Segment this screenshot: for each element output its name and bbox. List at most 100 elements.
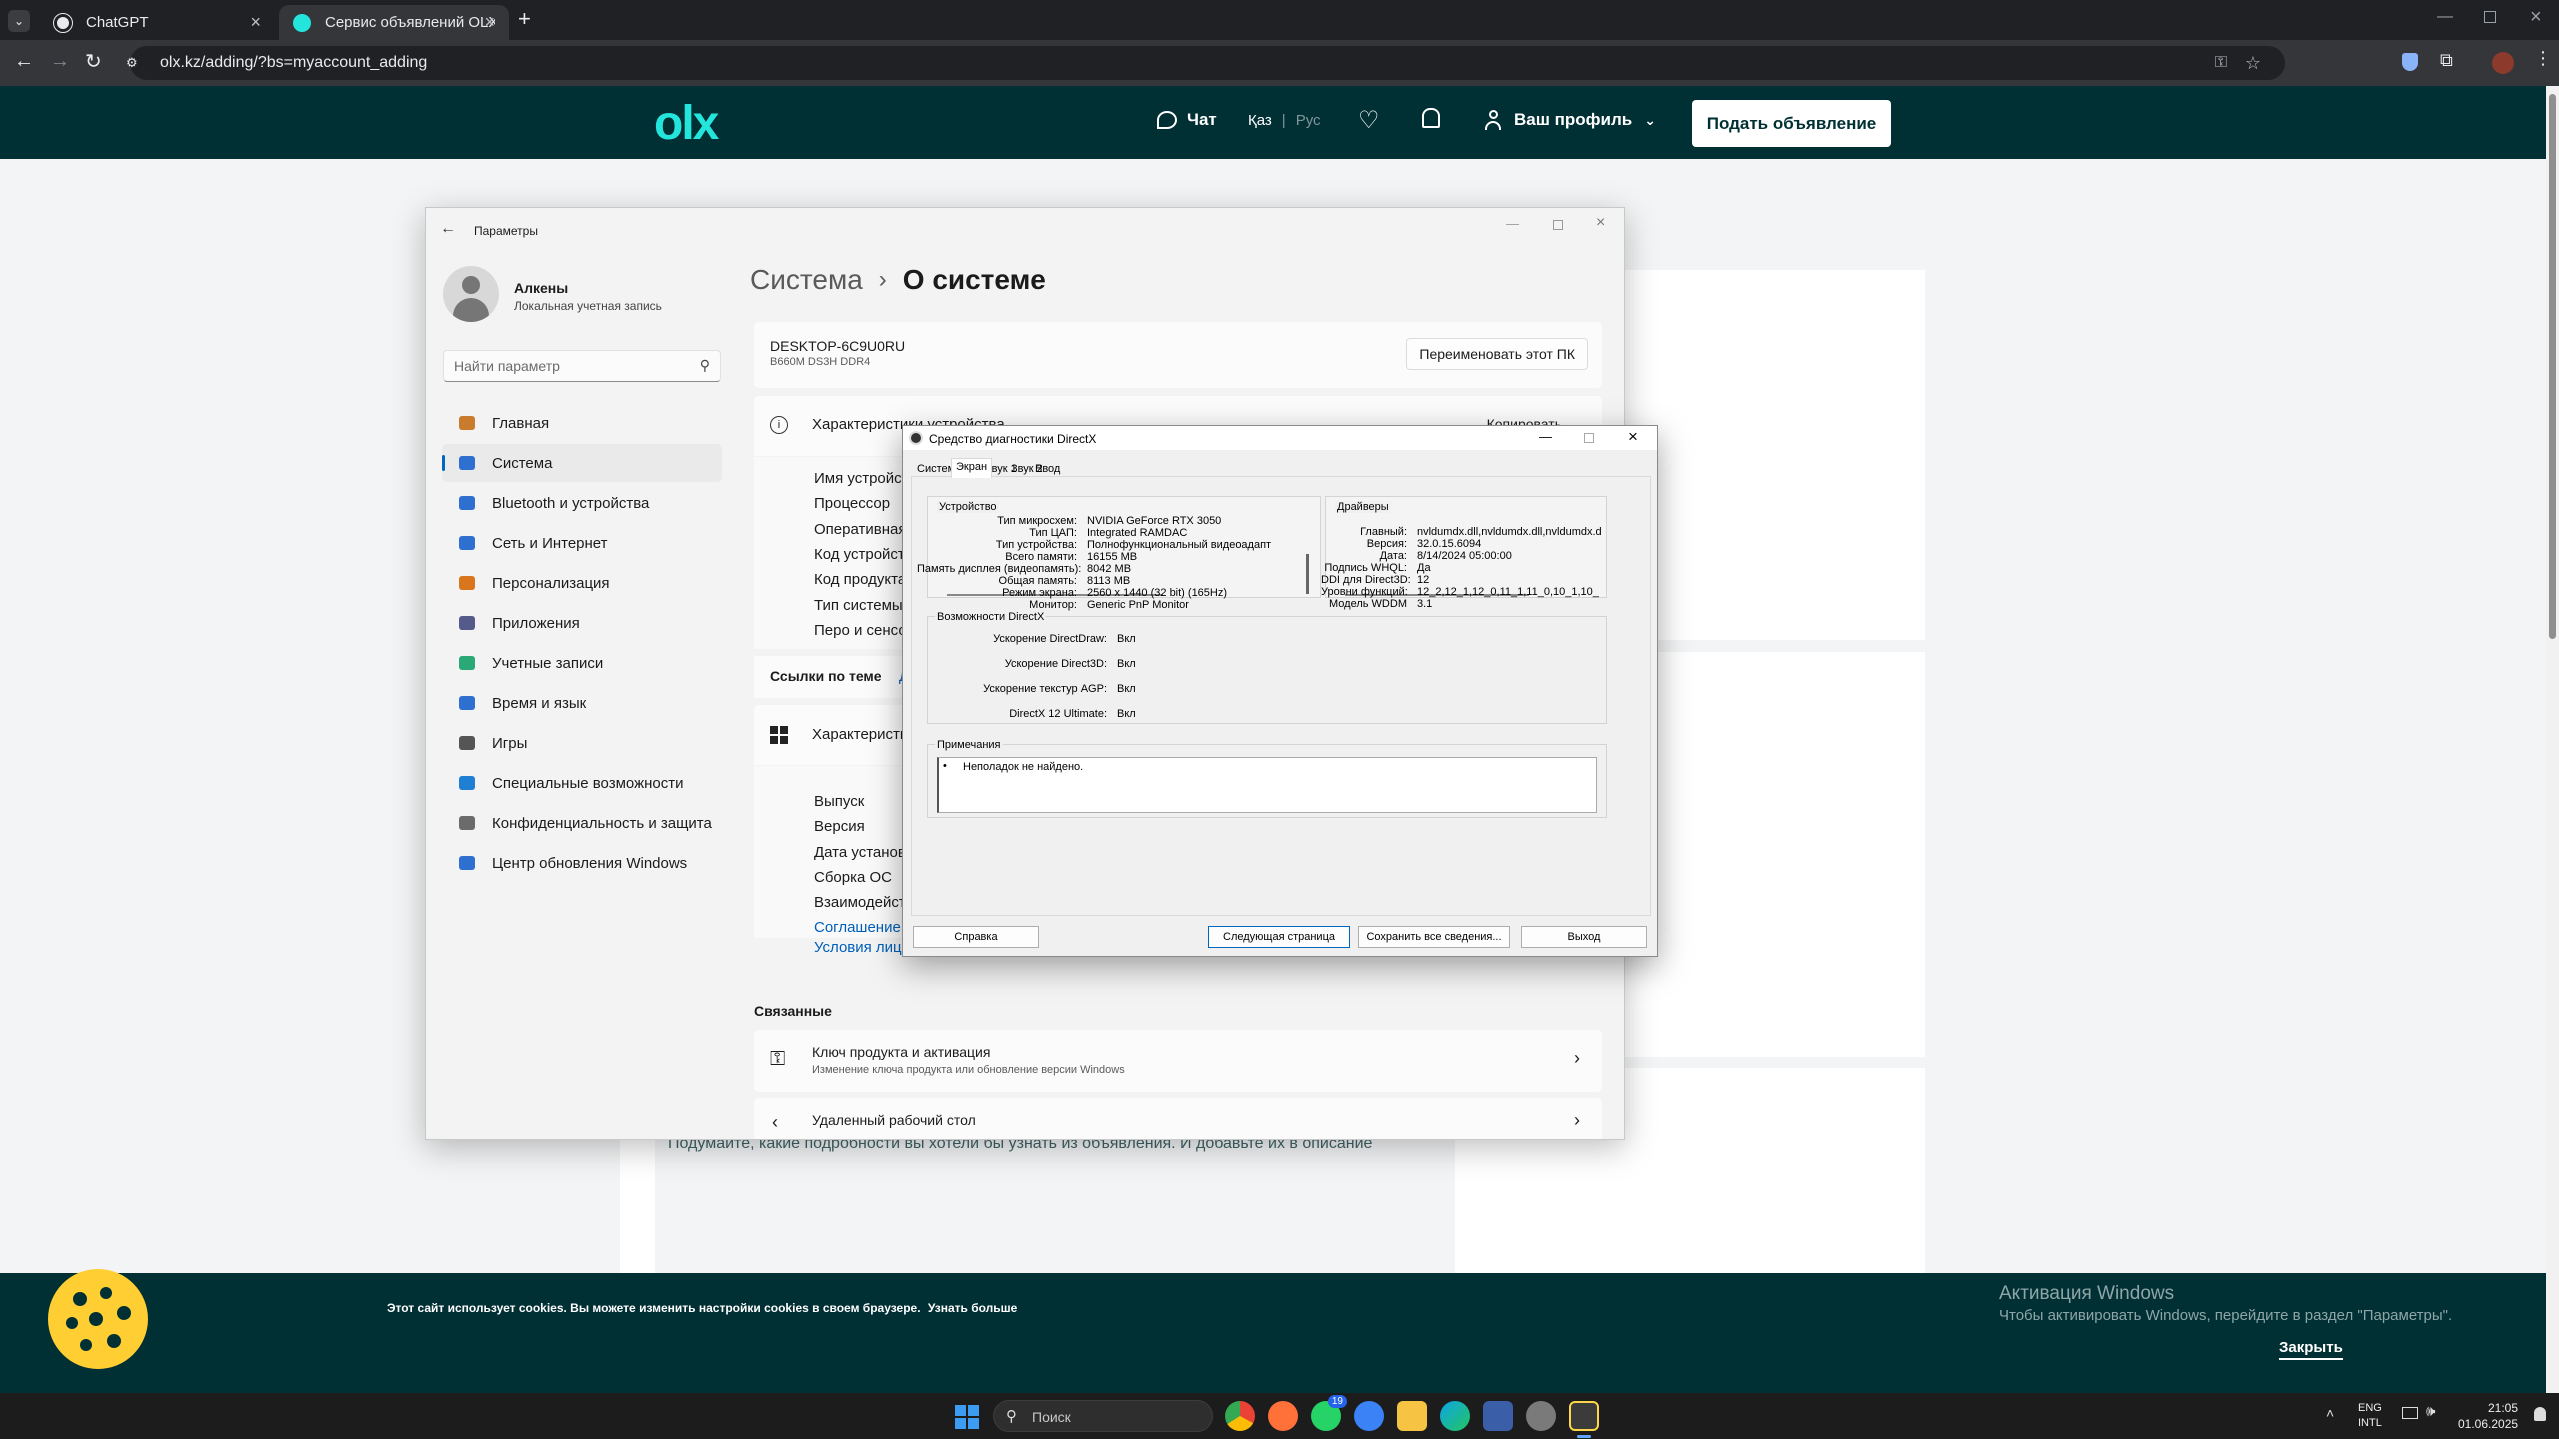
chat-link[interactable]: Чат — [1157, 110, 1217, 130]
settings-minimize-icon[interactable]: — — [1506, 216, 1519, 231]
tab-search-button[interactable]: ⌄ — [8, 10, 30, 32]
edge-taskbar-icon[interactable] — [1440, 1401, 1470, 1431]
user-name: Алкены — [514, 280, 569, 296]
notification-bell-icon[interactable] — [2534, 1407, 2546, 1421]
chevron-right-icon: › — [1574, 1110, 1580, 1130]
start-windows-icon[interactable] — [955, 1405, 979, 1429]
sidebar-item-7[interactable]: Время и язык — [442, 684, 722, 722]
related-item-product-key[interactable]: ⚿ Ключ продукта и активация Изменение кл… — [754, 1030, 1602, 1092]
sidebar-item-11[interactable]: Центр обновления Windows — [442, 844, 722, 882]
dxdiag-close-icon[interactable]: × — [1628, 427, 1638, 447]
sidebar-item-2[interactable]: Bluetooth и устройства — [442, 484, 722, 522]
close-tab-icon[interactable]: × — [250, 12, 261, 33]
exit-button[interactable]: Выход — [1521, 926, 1647, 948]
sidebar-item-9[interactable]: Специальные возможности — [442, 764, 722, 802]
file-explorer-taskbar-icon[interactable] — [1397, 1401, 1427, 1431]
cookie-close-button[interactable]: Закрыть — [2279, 1339, 2343, 1360]
cookie-banner: Этот сайт использует cookies. Вы можете … — [0, 1269, 2546, 1394]
breadcrumb-parent[interactable]: Система — [750, 264, 863, 296]
sidebar-item-label: Система — [492, 454, 553, 472]
driver-info-label: Главный: — [1360, 526, 1407, 538]
close-tab-icon[interactable]: × — [484, 12, 495, 33]
active-app-indicator — [1577, 1435, 1591, 1438]
minimize-window-icon[interactable]: — — [2437, 8, 2453, 26]
lang-rus[interactable]: Рус — [1296, 112, 1321, 129]
cookie-learn-more-link[interactable]: Узнать больше — [928, 1301, 1017, 1315]
sidebar-item-10[interactable]: Конфиденциальность и защита — [442, 804, 722, 842]
dxdiag-title: Средство диагностики DirectX — [929, 432, 1097, 446]
sidebar-item-1[interactable]: Система — [442, 444, 722, 482]
device-info: Тип ЦАП: Integrated RAMDAC — [917, 527, 1187, 539]
tab-chatgpt[interactable]: ChatGPT × — [40, 5, 275, 40]
reload-icon[interactable]: ↻ — [85, 49, 102, 74]
pc-name: DESKTOP-6C9U0RU — [770, 338, 906, 354]
help-button[interactable]: Справка — [913, 926, 1039, 948]
tray-chevron-icon[interactable]: ˄ — [2326, 1405, 2334, 1421]
profile-menu[interactable]: Ваш профиль ⌄ — [1484, 110, 1656, 130]
notifications-bell-icon[interactable] — [1422, 108, 1440, 128]
extensions-puzzle-icon[interactable]: ⧉ — [2440, 50, 2453, 71]
dxdiag-maximize-icon[interactable] — [1584, 433, 1594, 443]
whatsapp-taskbar-icon[interactable]: 19 — [1311, 1395, 1347, 1431]
favorites-heart-icon[interactable]: ♡ — [1358, 106, 1380, 135]
restore-window-icon[interactable] — [2484, 11, 2496, 23]
back-icon[interactable]: ← — [14, 50, 34, 73]
olx-logo[interactable]: olx — [654, 97, 719, 150]
wifi-icon — [456, 533, 478, 553]
chrome-taskbar-icon[interactable] — [1225, 1401, 1255, 1431]
site-info-icon[interactable]: ⚙ — [126, 46, 138, 80]
dxdiag-taskbar-icon[interactable] — [1569, 1401, 1599, 1431]
firefox-taskbar-icon[interactable] — [1268, 1401, 1298, 1431]
notes-textbox[interactable]: • Неполадок не найдено. — [937, 757, 1597, 813]
profile-avatar[interactable] — [2492, 52, 2514, 74]
bluetooth-icon — [456, 493, 478, 513]
windows-license-link[interactable]: Соглашение о — [814, 919, 913, 936]
close-window-icon[interactable]: × — [2530, 6, 2542, 29]
avatar[interactable] — [443, 266, 499, 322]
chat-taskbar-icon[interactable] — [1354, 1401, 1384, 1431]
tab-label: Сервис объявлений OLX: сай — [325, 14, 495, 31]
volume-icon[interactable]: 🕪 — [2426, 1403, 2435, 1420]
tab-olx[interactable]: Сервис объявлений OLX: сай × — [279, 5, 509, 40]
network-icon[interactable] — [2402, 1407, 2418, 1419]
rename-pc-button[interactable]: Переименовать этот ПК — [1406, 338, 1588, 370]
sidebar-item-label: Приложения — [492, 614, 580, 632]
settings-close-icon[interactable]: × — [1596, 214, 1605, 232]
extension-shield-icon[interactable] — [2402, 53, 2418, 71]
sidebar-item-4[interactable]: Персонализация — [442, 564, 722, 602]
sidebar-item-5[interactable]: Приложения — [442, 604, 722, 642]
dxdiag-tab-1[interactable]: Экран — [951, 458, 993, 478]
sidebar-item-0[interactable]: Главная — [442, 404, 722, 442]
password-key-icon[interactable]: ⚿ — [2215, 46, 2227, 80]
taskbar-search[interactable]: ⚲ Поиск — [993, 1400, 1213, 1432]
post-ad-button[interactable]: Подать объявление — [1692, 100, 1891, 147]
lang-kaz[interactable]: Қаз — [1248, 112, 1272, 129]
driver-info-label: Дата: — [1379, 550, 1407, 562]
clock[interactable]: 21:05 01.06.2025 — [2458, 1400, 2518, 1432]
notes-text: Неполадок не найдено. — [963, 761, 1084, 773]
address-field[interactable]: ⚙ olx.kz/adding/?bs=myaccount_adding ⚿ ☆ — [126, 46, 2285, 80]
bookmark-star-icon[interactable]: ☆ — [2245, 46, 2261, 80]
settings-maximize-icon[interactable] — [1553, 220, 1563, 230]
scrollbar-thumb[interactable] — [2549, 94, 2556, 639]
page-scrollbar[interactable] — [2546, 86, 2559, 1393]
save-all-info-button[interactable]: Сохранить все сведения... — [1358, 926, 1510, 948]
sidebar-item-8[interactable]: Игры — [442, 724, 722, 762]
settings-search-input[interactable]: Найти параметр ⚲ — [443, 350, 721, 382]
forward-icon[interactable]: → — [50, 50, 70, 73]
next-page-button[interactable]: Следующая страница — [1208, 926, 1350, 948]
settings-taskbar-icon[interactable] — [1526, 1401, 1556, 1431]
new-tab-button[interactable]: + — [518, 6, 531, 32]
device-list-scrollbar[interactable] — [1306, 554, 1309, 594]
store-taskbar-icon[interactable] — [1483, 1401, 1513, 1431]
dxdiag-tab-4[interactable]: Ввод — [1031, 461, 1064, 477]
sidebar-item-6[interactable]: Учетные записи — [442, 644, 722, 682]
settings-back-icon[interactable]: ← — [440, 220, 456, 238]
browser-menu-icon[interactable]: ⋮ — [2534, 48, 2552, 69]
sidebar-item-3[interactable]: Сеть и Интернет — [442, 524, 722, 562]
windows-spec-label: Взаимодейст — [814, 894, 906, 912]
directx-feature: DirectX 12 Ultimate: Вкл — [927, 708, 1136, 720]
input-language[interactable]: ENG INTL — [2358, 1401, 2382, 1431]
dxdiag-minimize-icon[interactable]: — — [1539, 429, 1552, 444]
related-item-remote-desktop[interactable]: ‹ Удаленный рабочий стол › — [754, 1098, 1602, 1139]
